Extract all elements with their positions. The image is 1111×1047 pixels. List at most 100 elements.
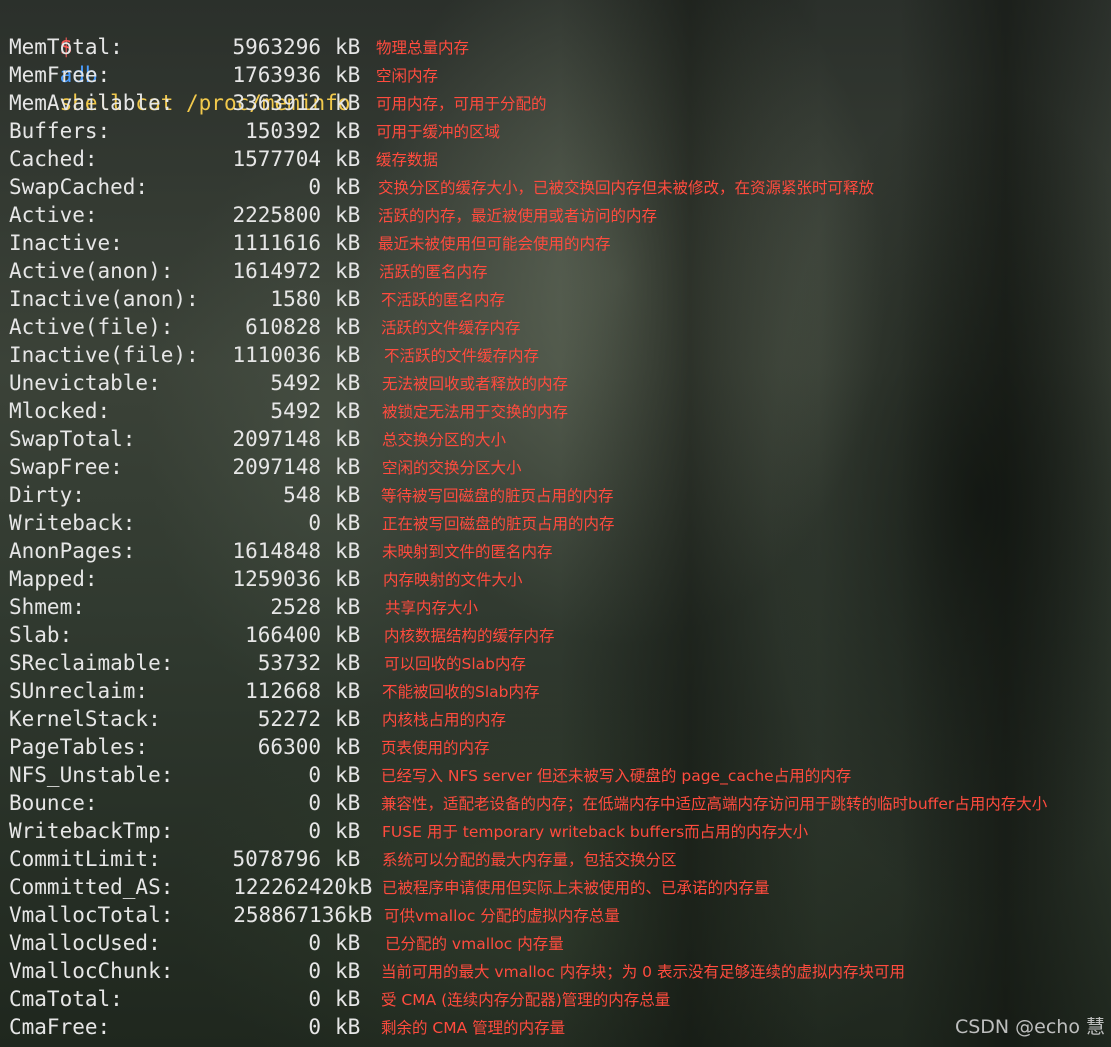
meminfo-unit: kB <box>335 651 361 675</box>
meminfo-row: NFS_Unstable: 0 kB 已经写入 NFS server 但还未被写入硬盘… <box>0 761 1111 789</box>
meminfo-unit: kB <box>335 63 361 87</box>
meminfo-key: SReclaimable: <box>9 651 174 675</box>
meminfo-annotation: 活跃的匿名内存 <box>379 263 488 281</box>
meminfo-row: Writeback: 0 kB 正在被写回磁盘的脏页占用的内存 <box>0 509 1111 537</box>
meminfo-value: 0 <box>308 1015 321 1039</box>
meminfo-value: 0 <box>308 175 321 199</box>
meminfo-key: Writeback: <box>9 511 136 535</box>
meminfo-annotation: 兼容性，适配老设备的内存；在低端内存中适应高端内存访问用于跳转的临时buffer… <box>381 795 1048 813</box>
meminfo-annotation: 正在被写回磁盘的脏页占用的内存 <box>382 515 615 533</box>
meminfo-row: Mapped: 1259036 kB 内存映射的文件大小 <box>0 565 1111 593</box>
meminfo-unit: kB <box>335 735 361 759</box>
meminfo-annotation: 已被程序申请使用但实际上未被使用的、已承诺的内存量 <box>382 879 770 897</box>
meminfo-annotation: 被锁定无法用于交换的内存 <box>382 403 569 421</box>
meminfo-key: MemFree: <box>9 63 111 87</box>
meminfo-key: CommitLimit: <box>9 847 161 871</box>
meminfo-unit: kB <box>335 147 361 171</box>
meminfo-unit: kB <box>335 231 361 255</box>
meminfo-annotation: 不活跃的文件缓存内存 <box>384 347 540 365</box>
meminfo-value: 0 <box>308 931 321 955</box>
meminfo-key: Inactive: <box>9 231 123 255</box>
meminfo-value: 112668 <box>245 679 321 703</box>
meminfo-unit: kB <box>335 763 361 787</box>
meminfo-row: SwapCached: 0 kB 交换分区的缓存大小，已被交换回内存但未被修改，在资源… <box>0 173 1111 201</box>
meminfo-key: Active(anon): <box>9 259 174 283</box>
meminfo-unit: kB <box>335 343 361 367</box>
meminfo-unit: kB <box>335 1015 361 1039</box>
meminfo-annotation: 当前可用的最大 vmalloc 内存块；为 0 表示没有足够连续的虚拟内存块可用 <box>381 963 905 981</box>
meminfo-value: 548 <box>283 483 321 507</box>
meminfo-key: PageTables: <box>9 735 149 759</box>
meminfo-key: Inactive(file): <box>9 343 199 367</box>
meminfo-key: KernelStack: <box>9 707 161 731</box>
meminfo-value: 52272 <box>257 707 321 731</box>
meminfo-unit: kB <box>335 987 361 1011</box>
meminfo-annotation: 空闲的交换分区大小 <box>382 459 522 477</box>
meminfo-annotation: 内核数据结构的缓存内存 <box>384 627 555 645</box>
meminfo-unit: kB <box>335 511 361 535</box>
meminfo-row: Mlocked: 5492 kB 被锁定无法用于交换的内存 <box>0 397 1111 425</box>
meminfo-value: 0 <box>308 959 321 983</box>
terminal-window[interactable]: $ adb shell cat /proc/meminfo MemTotal: 5… <box>0 0 1111 1047</box>
meminfo-value: 1614848 <box>232 539 321 563</box>
meminfo-row: MemTotal: 5963296 kB 物理总量内存 <box>0 33 1111 61</box>
meminfo-unit: kB <box>335 119 361 143</box>
meminfo-row: SReclaimable: 53732 kB 可以回收的Slab内存 <box>0 649 1111 677</box>
meminfo-key: MemTotal: <box>9 35 123 59</box>
meminfo-annotation: 等待被写回磁盘的脏页占用的内存 <box>381 487 614 505</box>
meminfo-unit: kB <box>335 399 361 423</box>
meminfo-annotation: 未映射到文件的匿名内存 <box>382 543 553 561</box>
meminfo-value: 0 <box>308 819 321 843</box>
meminfo-unit: kB <box>335 819 361 843</box>
meminfo-row: Buffers: 150392 kB 可用于缓冲的区域 <box>0 117 1111 145</box>
meminfo-row: Slab: 166400 kB 内核数据结构的缓存内存 <box>0 621 1111 649</box>
meminfo-row: Active(file): 610828 kB 活跃的文件缓存内存 <box>0 313 1111 341</box>
meminfo-unit: kB <box>335 567 361 591</box>
meminfo-key: VmallocUsed: <box>9 931 161 955</box>
meminfo-unit: kB <box>335 707 361 731</box>
meminfo-value: 2528 <box>270 595 321 619</box>
meminfo-annotation: 最近未被使用但可能会使用的内存 <box>378 235 611 253</box>
meminfo-row: Active(anon): 1614972 kB 活跃的匿名内存 <box>0 257 1111 285</box>
meminfo-row: Inactive(file): 1110036 kB 不活跃的文件缓存内存 <box>0 341 1111 369</box>
meminfo-annotation: 系统可以分配的最大内存量，包括交换分区 <box>382 851 677 869</box>
meminfo-value: 2097148 <box>232 427 321 451</box>
meminfo-annotation: 剩余的 CMA 管理的内存量 <box>381 1019 566 1037</box>
meminfo-key: Dirty: <box>9 483 85 507</box>
meminfo-key: VmallocTotal: <box>9 903 174 927</box>
meminfo-annotation: 活跃的文件缓存内存 <box>381 319 521 337</box>
meminfo-value: 166400 <box>245 623 321 647</box>
meminfo-key: MemAvailable: <box>9 91 174 115</box>
meminfo-unit: kB <box>335 679 361 703</box>
meminfo-unit: kB <box>335 931 361 955</box>
meminfo-key: WritebackTmp: <box>9 819 174 843</box>
meminfo-value: 0 <box>308 511 321 535</box>
meminfo-value: 122262420 <box>233 875 347 899</box>
meminfo-row: Inactive: 1111616 kB 最近未被使用但可能会使用的内存 <box>0 229 1111 257</box>
meminfo-unit: kB <box>335 427 361 451</box>
meminfo-unit: kB <box>335 847 361 871</box>
meminfo-annotation: 可用内存，可用于分配的 <box>376 95 547 113</box>
meminfo-row: SwapFree: 2097148 kB 空闲的交换分区大小 <box>0 453 1111 481</box>
meminfo-key: CmaFree: <box>9 1015 111 1039</box>
meminfo-row: Unevictable: 5492 kB 无法被回收或者释放的内存 <box>0 369 1111 397</box>
meminfo-value: 5963296 <box>232 35 321 59</box>
meminfo-row: Committed_AS: 122262420 kB 已被程序申请使用但实际上未被使用… <box>0 873 1111 901</box>
meminfo-row: Active: 2225800 kB 活跃的内存，最近被使用或者访问的内存 <box>0 201 1111 229</box>
meminfo-unit: kB <box>335 623 361 647</box>
meminfo-key: SUnreclaim: <box>9 679 149 703</box>
meminfo-row: KernelStack: 52272 kB 内核栈占用的内存 <box>0 705 1111 733</box>
meminfo-unit: kB <box>335 791 361 815</box>
meminfo-unit: kB <box>335 483 361 507</box>
meminfo-annotation: 空闲内存 <box>376 67 439 85</box>
meminfo-value: 1577704 <box>232 147 321 171</box>
meminfo-value: 258867136 <box>233 903 347 927</box>
meminfo-annotation: 不活跃的匿名内存 <box>381 291 506 309</box>
meminfo-unit: kB <box>347 903 373 927</box>
meminfo-row: AnonPages: 1614848 kB 未映射到文件的匿名内存 <box>0 537 1111 565</box>
meminfo-key: Active: <box>9 203 98 227</box>
meminfo-value: 610828 <box>245 315 321 339</box>
meminfo-key: Bounce: <box>9 791 98 815</box>
meminfo-row: Shmem: 2528 kB 共享内存大小 <box>0 593 1111 621</box>
meminfo-unit: kB <box>335 539 361 563</box>
